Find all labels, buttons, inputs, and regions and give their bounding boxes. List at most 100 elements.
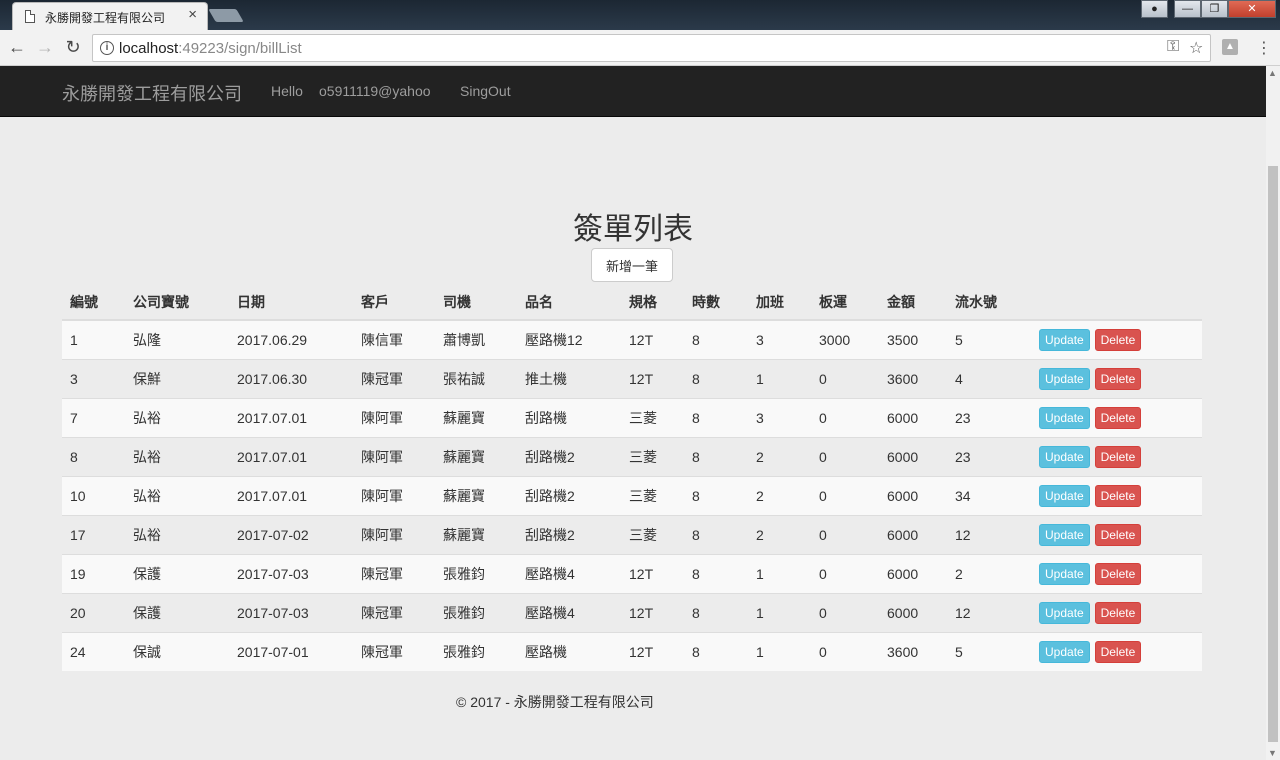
table-cell: 6000 [879, 514, 947, 554]
bookmark-star-icon[interactable]: ☆ [1189, 38, 1203, 58]
table-cell: 8 [684, 592, 748, 632]
scroll-down-icon[interactable]: ▼ [1268, 748, 1277, 758]
table-cell: 12T [621, 631, 684, 671]
table-cell: 6000 [879, 553, 947, 593]
update-button[interactable]: Update [1039, 523, 1090, 546]
table-cell: 0 [811, 475, 879, 515]
browser-tab[interactable]: 永勝開發工程有限公司 × [12, 2, 208, 30]
row-actions: Update Delete [1031, 631, 1202, 671]
scroll-up-icon[interactable]: ▲ [1268, 68, 1277, 78]
back-icon[interactable]: ← [6, 36, 28, 58]
delete-button[interactable]: Delete [1094, 523, 1142, 546]
row-actions: Update Delete [1031, 397, 1202, 437]
delete-button[interactable]: Delete [1094, 562, 1142, 585]
info-icon[interactable]: i [100, 41, 114, 55]
table-cell: 張雅鈞 [435, 592, 517, 632]
browser-menu-icon[interactable]: ⋮ [1256, 38, 1272, 58]
table-cell: 20 [62, 592, 125, 632]
table-row: 1 弘隆 2017.06.29 陳信軍 蕭博凱 壓路機12 12T 8 3 3000 3500 5 Up… [62, 319, 1202, 359]
vertical-scrollbar[interactable]: ▲ ▼ [1266, 66, 1280, 760]
table-cell: 3000 [811, 319, 879, 359]
column-header: 日期 [229, 284, 353, 321]
table-row: 8 弘裕 2017.07.01 陳阿軍 蘇麗寶 刮路機2 三菱 8 2 0 6000 23 Update… [62, 436, 1202, 476]
table-cell: 刮路機 [517, 397, 621, 437]
table-cell: 2017.06.30 [229, 358, 353, 398]
user-link[interactable]: o5911119@yahoo [319, 83, 431, 99]
column-header: 客戶 [353, 284, 435, 321]
restore-button[interactable]: ❐ [1201, 0, 1228, 18]
delete-button[interactable]: Delete [1094, 328, 1142, 351]
brand-link[interactable]: 永勝開發工程有限公司 [62, 80, 242, 106]
key-icon[interactable]: ⚿ [1167, 38, 1179, 56]
table-cell: 弘裕 [125, 436, 229, 476]
url-text[interactable]: localhost:49223/sign/billList [119, 40, 302, 57]
column-header: 司機 [435, 284, 517, 321]
table-header-row: 編號 公司寶號 日期 客戶 司機 品名 規格 時數 加班 板運 金額 流水號 [62, 284, 1202, 321]
pdf-extension-icon[interactable]: ▲ [1222, 39, 1238, 55]
user-profile-button[interactable]: ● [1141, 0, 1168, 18]
update-button[interactable]: Update [1039, 562, 1090, 585]
update-button[interactable]: Update [1039, 406, 1090, 429]
table-cell: 0 [811, 514, 879, 554]
table-cell: 2 [748, 436, 811, 476]
row-actions: Update Delete [1031, 319, 1202, 359]
table-cell: 陳冠軍 [353, 631, 435, 671]
document-icon [25, 10, 35, 23]
add-new-button[interactable]: 新增一筆 [591, 248, 673, 282]
address-bar[interactable]: i localhost:49223/sign/billList ⚿ ☆ [92, 34, 1211, 62]
delete-button[interactable]: Delete [1094, 601, 1142, 624]
table-cell: 保誠 [125, 631, 229, 671]
update-button[interactable]: Update [1039, 367, 1090, 390]
table-cell: 3 [62, 358, 125, 398]
table-cell: 陳冠軍 [353, 553, 435, 593]
table-cell: 17 [62, 514, 125, 554]
table-cell: 蕭博凱 [435, 319, 517, 359]
update-button[interactable]: Update [1039, 601, 1090, 624]
delete-button[interactable]: Delete [1094, 640, 1142, 663]
row-actions: Update Delete [1031, 475, 1202, 515]
delete-button[interactable]: Delete [1094, 445, 1142, 468]
table-cell: 蘇麗寶 [435, 475, 517, 515]
table-cell: 5 [947, 319, 1031, 359]
table-cell: 12T [621, 319, 684, 359]
update-button[interactable]: Update [1039, 484, 1090, 507]
table-cell: 2 [947, 553, 1031, 593]
row-actions: Update Delete [1031, 514, 1202, 554]
table-cell: 陳冠軍 [353, 592, 435, 632]
delete-button[interactable]: Delete [1094, 367, 1142, 390]
top-navbar: 永勝開發工程有限公司 Hello o5911119@yahoo SingOut [0, 66, 1266, 117]
table-cell: 8 [684, 319, 748, 359]
table-cell: 23 [947, 397, 1031, 437]
update-button[interactable]: Update [1039, 640, 1090, 663]
update-button[interactable]: Update [1039, 328, 1090, 351]
table-cell: 0 [811, 397, 879, 437]
table-cell: 弘隆 [125, 319, 229, 359]
table-cell: 12T [621, 358, 684, 398]
row-actions: Update Delete [1031, 436, 1202, 476]
table-cell: 8 [684, 553, 748, 593]
minimize-button[interactable]: — [1174, 0, 1201, 18]
update-button[interactable]: Update [1039, 445, 1090, 468]
table-cell: 蘇麗寶 [435, 514, 517, 554]
table-cell: 陳信軍 [353, 319, 435, 359]
table-row: 20 保護 2017-07-03 陳冠軍 張雅鈞 壓路機4 12T 8 1 0 6000 12 Upda… [62, 592, 1202, 632]
table-cell: 5 [947, 631, 1031, 671]
table-cell: 保護 [125, 592, 229, 632]
column-header: 金額 [879, 284, 947, 321]
table-cell: 24 [62, 631, 125, 671]
table-cell: 3600 [879, 631, 947, 671]
table-cell: 8 [62, 436, 125, 476]
table-cell: 刮路機2 [517, 436, 621, 476]
tab-close-icon[interactable]: × [188, 6, 197, 23]
column-header: 板運 [811, 284, 879, 321]
new-tab-button[interactable] [208, 9, 244, 22]
reload-icon[interactable]: ↻ [62, 36, 84, 58]
forward-icon[interactable]: → [34, 36, 56, 58]
delete-button[interactable]: Delete [1094, 484, 1142, 507]
delete-button[interactable]: Delete [1094, 406, 1142, 429]
scroll-thumb[interactable] [1268, 166, 1278, 742]
signout-link[interactable]: SingOut [460, 83, 511, 99]
window-close-button[interactable]: ✕ [1228, 0, 1276, 18]
table-cell: 6000 [879, 475, 947, 515]
table-cell: 3600 [879, 358, 947, 398]
